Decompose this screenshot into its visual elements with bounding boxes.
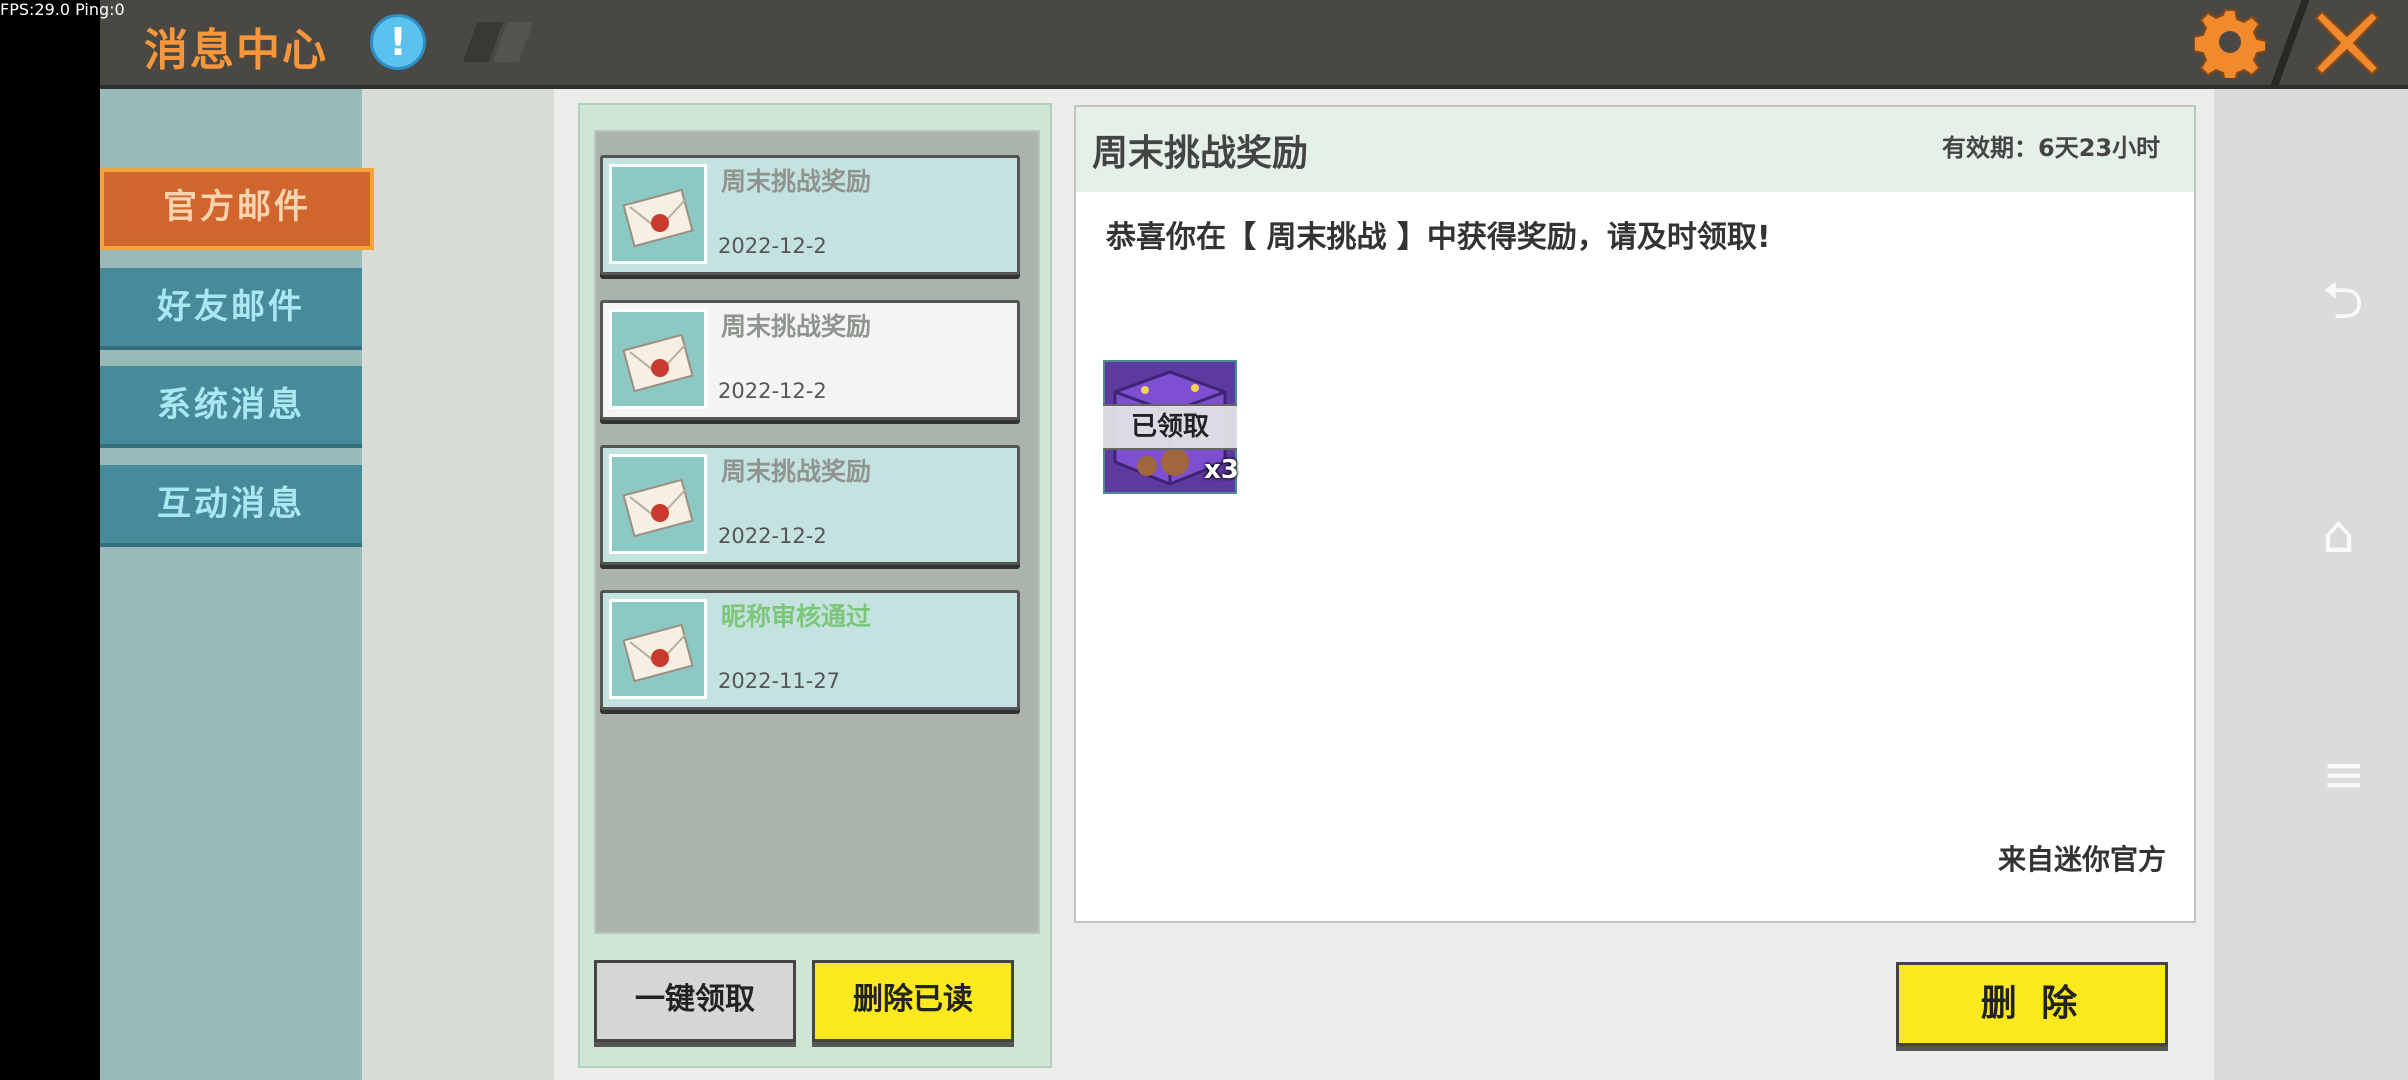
right-edge-backdrop — [2214, 89, 2408, 1080]
claimed-badge: 已领取 — [1103, 404, 1237, 450]
tab-system-messages[interactable]: 系统消息 — [100, 366, 362, 448]
delete-button[interactable]: 删 除 — [1896, 962, 2168, 1046]
mail-sender: 来自迷你官方 — [1998, 843, 2167, 876]
delete-read-button[interactable]: 删除已读 — [812, 960, 1014, 1042]
reward-quantity: x3 — [1204, 455, 1239, 485]
mail-detail-body: 恭喜你在【 周末挑战 】中获得奖励，请及时领取! — [1106, 220, 1771, 255]
mail-item[interactable]: 周末挑战奖励 2022-12-2 — [600, 155, 1020, 275]
menu-icon[interactable]: ≡ — [2322, 745, 2366, 805]
mail-date: 2022-12-2 — [718, 234, 827, 258]
mail-validity: 有效期：6天23小时 — [1942, 134, 2161, 162]
mail-subject: 周末挑战奖励 — [721, 167, 872, 196]
close-icon[interactable] — [2312, 8, 2382, 78]
back-icon[interactable]: ⮌ — [2322, 262, 2364, 351]
mail-item[interactable]: 昵称审核通过 2022-11-27 — [600, 590, 1020, 710]
envelope-icon — [609, 599, 707, 699]
mail-detail-title: 周末挑战奖励 — [1092, 133, 1309, 174]
envelope-icon — [609, 164, 707, 264]
mail-date: 2022-12-2 — [718, 524, 827, 548]
page-title: 消息中心 — [144, 25, 328, 76]
home-icon[interactable]: ⌂ — [2322, 505, 2355, 565]
top-bar: 消息中心 ! — [100, 0, 2408, 89]
info-button[interactable]: ! — [370, 14, 426, 70]
tab-official-mail[interactable]: 官方邮件 — [100, 168, 374, 250]
info-icon: ! — [389, 20, 407, 64]
envelope-icon — [609, 454, 707, 554]
mail-center-screen: 消息中心 ! 官方邮件 好友邮件 系统消息 互动消息 周末挑战奖励 2022-1… — [100, 0, 2408, 1080]
envelope-icon — [609, 309, 707, 409]
mail-subject: 昵称审核通过 — [721, 602, 872, 631]
tab-interactive-messages[interactable]: 互动消息 — [100, 465, 362, 547]
tab-friend-mail[interactable]: 好友邮件 — [100, 268, 362, 350]
mail-item[interactable]: 周末挑战奖励 2022-12-2 — [600, 300, 1020, 420]
claim-all-button[interactable]: 一键领取 — [594, 960, 796, 1042]
mail-subject: 周末挑战奖励 — [721, 457, 872, 486]
settings-gear-icon[interactable] — [2194, 6, 2266, 78]
mail-date: 2022-11-27 — [718, 669, 841, 693]
mail-subject: 周末挑战奖励 — [721, 312, 872, 341]
mail-item[interactable]: 周末挑战奖励 2022-12-2 — [600, 445, 1020, 565]
fps-readout: FPS:29.0 Ping:0 — [0, 0, 125, 19]
sidebar-backdrop — [362, 89, 554, 1080]
mail-date: 2022-12-2 — [718, 379, 827, 403]
top-divider — [2270, 0, 2310, 85]
